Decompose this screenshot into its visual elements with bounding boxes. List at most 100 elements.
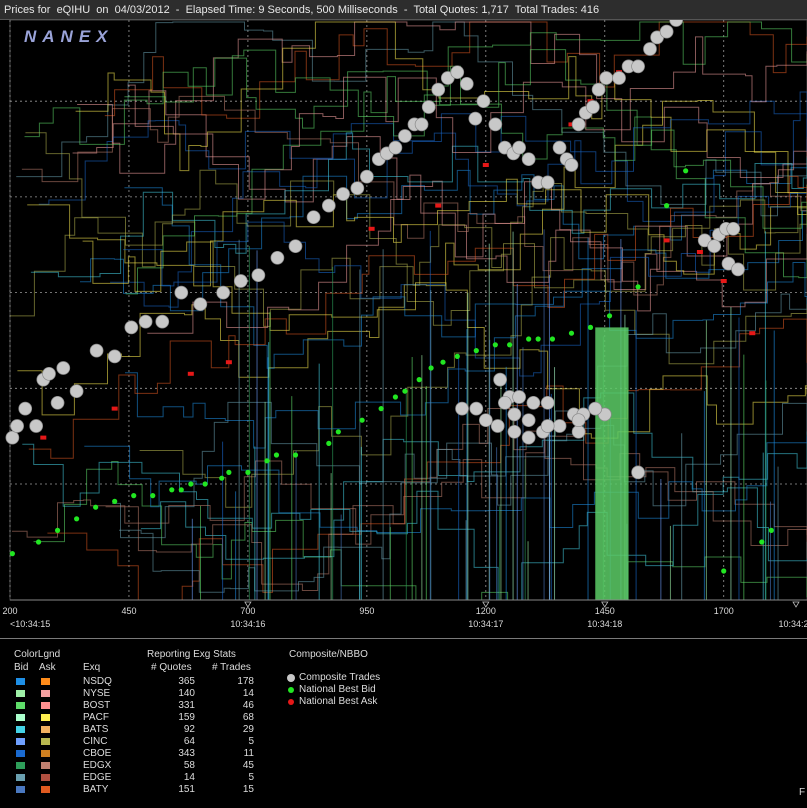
ask-color-swatch bbox=[41, 786, 50, 793]
trade-point bbox=[30, 420, 43, 433]
trade-point bbox=[351, 182, 364, 195]
exchange-quotes-count: 331 bbox=[155, 700, 195, 711]
bid-point bbox=[550, 336, 555, 341]
exchange-trades-count: 45 bbox=[214, 760, 254, 771]
exchange-name: CBOE bbox=[83, 748, 111, 759]
trade-point bbox=[572, 414, 585, 427]
x-tick-label: 450 bbox=[121, 606, 136, 616]
trade-point bbox=[460, 77, 473, 90]
trade-point bbox=[307, 211, 320, 224]
bid-point bbox=[664, 203, 669, 208]
trade-point bbox=[422, 101, 435, 114]
ask-color-swatch bbox=[41, 726, 50, 733]
bid-point bbox=[417, 377, 422, 382]
bid-point bbox=[379, 406, 384, 411]
trade-point bbox=[553, 141, 566, 154]
trade-point bbox=[522, 153, 535, 166]
trade-point bbox=[632, 60, 645, 73]
trade-point bbox=[586, 101, 599, 114]
ask-point bbox=[697, 250, 703, 254]
bid-point bbox=[683, 168, 688, 173]
trade-point bbox=[289, 240, 302, 253]
ask-point bbox=[226, 360, 232, 364]
ask-header: Ask bbox=[39, 662, 56, 673]
trade-point bbox=[732, 263, 745, 276]
ask-point bbox=[721, 279, 727, 283]
trade-point bbox=[527, 396, 540, 409]
trade-point bbox=[57, 362, 70, 375]
exchange-quotes-count: 365 bbox=[155, 676, 195, 687]
bid-point bbox=[402, 389, 407, 394]
bid-point bbox=[264, 458, 269, 463]
trade-point bbox=[508, 425, 521, 438]
bid-point bbox=[150, 493, 155, 498]
trade-point bbox=[513, 141, 526, 154]
exchange-name: BATS bbox=[83, 724, 108, 735]
bid-point bbox=[274, 452, 279, 457]
composite-marker-icon bbox=[288, 699, 294, 705]
exchange-quotes-count: 58 bbox=[155, 760, 195, 771]
bid-point bbox=[10, 551, 15, 556]
trade-point bbox=[360, 170, 373, 183]
chart-title: Prices for eQIHU on 04/03/2012 - Elapsed… bbox=[0, 0, 807, 20]
bid-color-swatch bbox=[16, 690, 25, 697]
trade-point bbox=[11, 420, 24, 433]
ask-point bbox=[369, 227, 375, 231]
exchange-trades-count: 14 bbox=[214, 688, 254, 699]
exchange-quotes-count: 140 bbox=[155, 688, 195, 699]
bid-point bbox=[536, 336, 541, 341]
bid-point bbox=[55, 528, 60, 533]
x-tick-label: 950 bbox=[359, 606, 374, 616]
exchange-trades-count: 68 bbox=[214, 712, 254, 723]
bid-point bbox=[245, 470, 250, 475]
bid-point bbox=[74, 516, 79, 521]
bid-header: Bid bbox=[14, 662, 28, 673]
trade-point bbox=[708, 240, 721, 253]
x-axis-ticks: 200450700950120014501700<10:34:1510:34:1… bbox=[2, 602, 807, 629]
price-chart: NANEX 200450700950120014501700<10:34:151… bbox=[0, 20, 807, 638]
bid-color-swatch bbox=[16, 678, 25, 685]
bid-point bbox=[440, 360, 445, 365]
trade-point bbox=[600, 72, 613, 85]
exchange-quotes-count: 92 bbox=[155, 724, 195, 735]
ask-point bbox=[664, 238, 670, 242]
legend-panel: ColorLgnd Bid Ask Exq Reporting Exg Stat… bbox=[0, 638, 807, 808]
bid-color-swatch bbox=[16, 774, 25, 781]
trade-point bbox=[217, 286, 230, 299]
composite-legend-label: Composite Trades bbox=[299, 672, 380, 683]
x-time-label: <10:34:15 bbox=[10, 619, 50, 629]
ask-point bbox=[112, 407, 118, 411]
trade-point bbox=[477, 95, 490, 108]
trade-point bbox=[489, 118, 502, 131]
exchange-quotes-count: 151 bbox=[155, 784, 195, 795]
bid-point bbox=[112, 499, 117, 504]
ask-color-swatch bbox=[41, 774, 50, 781]
trade-point bbox=[632, 466, 645, 479]
exchange-trades-count: 46 bbox=[214, 700, 254, 711]
exchange-name: NSDQ bbox=[83, 676, 112, 687]
bid-point bbox=[769, 528, 774, 533]
exchange-name: EDGX bbox=[83, 760, 111, 771]
ask-point bbox=[749, 331, 755, 335]
bid-color-swatch bbox=[16, 750, 25, 757]
corner-label: F bbox=[799, 787, 805, 798]
ask-color-swatch bbox=[41, 738, 50, 745]
bid-point bbox=[336, 429, 341, 434]
trade-point bbox=[469, 112, 482, 125]
trade-point bbox=[491, 420, 504, 433]
composite-marker-icon bbox=[287, 674, 295, 682]
x-time-label: 10:34:16 bbox=[230, 619, 265, 629]
trade-point bbox=[51, 396, 64, 409]
bid-point bbox=[93, 505, 98, 510]
trade-point bbox=[565, 159, 578, 172]
trade-point bbox=[139, 315, 152, 328]
bid-point bbox=[188, 481, 193, 486]
exchange-name: BATY bbox=[83, 784, 108, 795]
nanex-logo: NANEX bbox=[24, 27, 114, 46]
bid-point bbox=[169, 487, 174, 492]
exchange-trades-count: 178 bbox=[214, 676, 254, 687]
trade-point bbox=[572, 118, 585, 131]
bid-point bbox=[393, 394, 398, 399]
bid-point bbox=[179, 487, 184, 492]
bid-point bbox=[493, 342, 498, 347]
